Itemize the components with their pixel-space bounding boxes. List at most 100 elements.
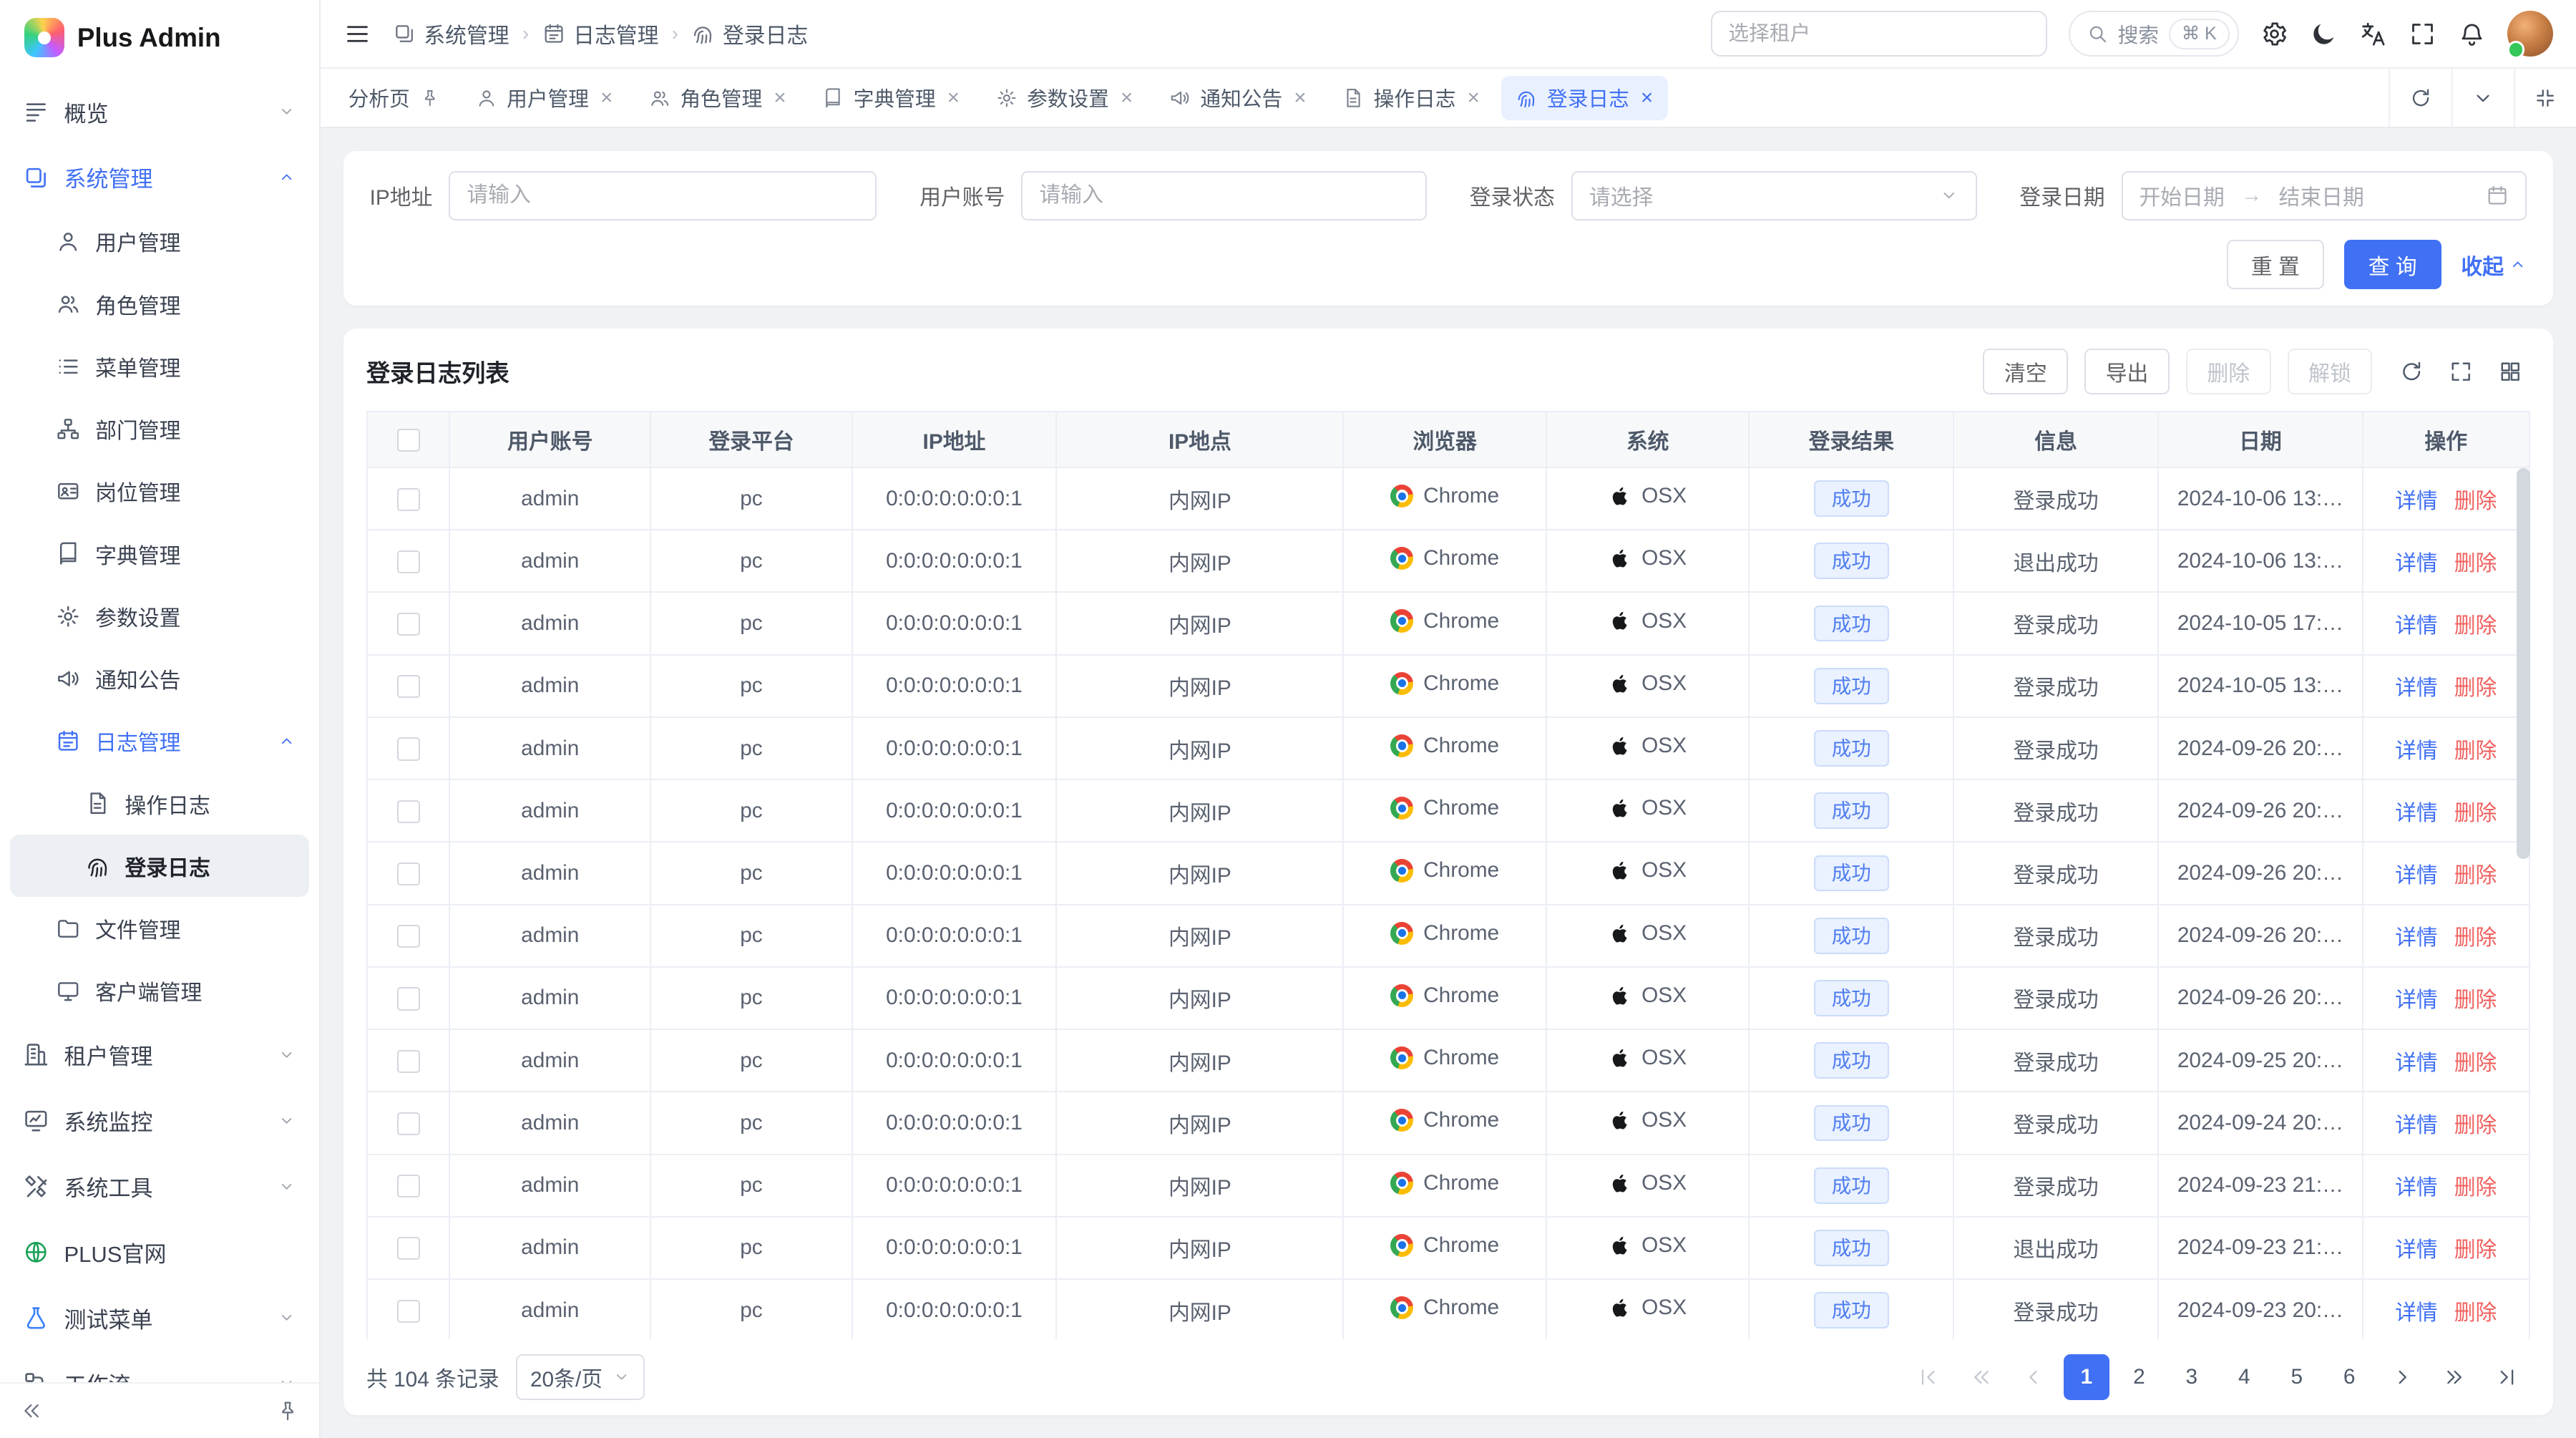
tab-用户管理[interactable]: 用户管理× bbox=[461, 76, 628, 120]
sidebar-item-dept[interactable]: 部门管理 bbox=[10, 398, 309, 460]
tab-字典管理[interactable]: 字典管理× bbox=[808, 76, 975, 120]
app-logo[interactable]: Plus Admin bbox=[0, 0, 319, 76]
last-page-button[interactable] bbox=[2484, 1354, 2529, 1400]
content-fullscreen-button[interactable] bbox=[2514, 69, 2576, 127]
tab-分析页[interactable]: 分析页 bbox=[333, 76, 454, 120]
detail-link[interactable]: 详情 bbox=[2395, 1107, 2438, 1139]
ip-address-input[interactable] bbox=[449, 171, 877, 220]
right-page-button[interactable] bbox=[2379, 1354, 2425, 1400]
page-6-button[interactable]: 6 bbox=[2326, 1354, 2372, 1400]
detail-link[interactable]: 详情 bbox=[2395, 795, 2438, 827]
d-left-page-button[interactable] bbox=[1958, 1354, 2004, 1400]
delete-link[interactable]: 删除 bbox=[2454, 1045, 2497, 1077]
detail-link[interactable]: 详情 bbox=[2395, 1295, 2438, 1326]
detail-link[interactable]: 详情 bbox=[2395, 1045, 2438, 1077]
select-all-checkbox[interactable] bbox=[397, 429, 420, 452]
delete-link[interactable]: 删除 bbox=[2454, 795, 2497, 827]
detail-link[interactable]: 详情 bbox=[2395, 483, 2438, 515]
sidebar-item-role[interactable]: 角色管理 bbox=[10, 273, 309, 335]
first-page-button[interactable] bbox=[1906, 1354, 1951, 1400]
translate-icon[interactable] bbox=[2359, 20, 2387, 48]
d-right-page-button[interactable] bbox=[2431, 1354, 2477, 1400]
left-page-button[interactable] bbox=[2011, 1354, 2057, 1400]
detail-link[interactable]: 详情 bbox=[2395, 920, 2438, 951]
detail-link[interactable]: 详情 bbox=[2395, 1232, 2438, 1263]
row-checkbox[interactable] bbox=[397, 800, 420, 823]
row-checkbox[interactable] bbox=[397, 925, 420, 948]
collapse-sidebar-icon[interactable] bbox=[20, 1399, 43, 1422]
delete-link[interactable]: 删除 bbox=[2454, 982, 2497, 1014]
breadcrumb-item[interactable]: 日志管理 bbox=[542, 18, 659, 49]
avatar[interactable] bbox=[2507, 11, 2553, 57]
row-checkbox[interactable] bbox=[397, 1112, 420, 1135]
collapse-filter-link[interactable]: 收起 bbox=[2461, 249, 2527, 281]
sidebar-item-monitor[interactable]: 系统监控 bbox=[10, 1088, 309, 1154]
close-tab-icon[interactable]: × bbox=[1468, 87, 1480, 109]
delete-link[interactable]: 删除 bbox=[2454, 920, 2497, 951]
fullscreen-icon[interactable] bbox=[2409, 20, 2436, 48]
dark-mode-moon-icon[interactable] bbox=[2310, 20, 2338, 48]
tab-角色管理[interactable]: 角色管理× bbox=[634, 76, 801, 120]
tab-操作日志[interactable]: 操作日志× bbox=[1327, 76, 1494, 120]
sidebar-item-overview[interactable]: 概览 bbox=[10, 79, 309, 145]
row-checkbox[interactable] bbox=[397, 550, 420, 573]
导出-button[interactable]: 导出 bbox=[2084, 349, 2170, 394]
gear-icon[interactable] bbox=[2260, 20, 2288, 48]
row-checkbox[interactable] bbox=[397, 1175, 420, 1197]
sidebar-item-tenant[interactable]: 租户管理 bbox=[10, 1022, 309, 1088]
sidebar-item-post[interactable]: 岗位管理 bbox=[10, 460, 309, 523]
tab-参数设置[interactable]: 参数设置× bbox=[981, 76, 1148, 120]
delete-link[interactable]: 删除 bbox=[2454, 483, 2497, 515]
close-tab-icon[interactable]: × bbox=[1641, 87, 1653, 109]
sidebar-item-param[interactable]: 参数设置 bbox=[10, 585, 309, 647]
sidebar-item-log[interactable]: 日志管理 bbox=[10, 710, 309, 772]
sidebar-item-globe[interactable]: PLUS官网 bbox=[10, 1219, 309, 1285]
refresh-tab-button[interactable] bbox=[2389, 69, 2451, 127]
table-scrollbar[interactable] bbox=[2517, 468, 2529, 1336]
tab-登录日志[interactable]: 登录日志× bbox=[1501, 76, 1668, 120]
page-2-button[interactable]: 2 bbox=[2116, 1354, 2162, 1400]
close-tab-icon[interactable]: × bbox=[947, 87, 960, 109]
column-settings-button[interactable] bbox=[2491, 351, 2530, 391]
row-checkbox[interactable] bbox=[397, 675, 420, 698]
row-checkbox[interactable] bbox=[397, 1300, 420, 1323]
tenant-select[interactable] bbox=[1711, 11, 2048, 57]
sidebar-item-file[interactable]: 文件管理 bbox=[10, 897, 309, 959]
sidebar-item-test[interactable]: 测试菜单 bbox=[10, 1285, 309, 1351]
refresh-table-button[interactable] bbox=[2392, 351, 2431, 391]
sidebar-item-op-log[interactable]: 操作日志 bbox=[10, 772, 309, 835]
delete-link[interactable]: 删除 bbox=[2454, 1295, 2497, 1326]
sidebar-item-system[interactable]: 系统管理 bbox=[10, 145, 309, 210]
close-tab-icon[interactable]: × bbox=[774, 87, 786, 109]
delete-link[interactable]: 删除 bbox=[2454, 1170, 2497, 1201]
row-checkbox[interactable] bbox=[397, 987, 420, 1010]
bell-icon[interactable] bbox=[2458, 20, 2486, 48]
breadcrumb-item[interactable]: 系统管理 bbox=[393, 18, 509, 49]
delete-link[interactable]: 删除 bbox=[2454, 1107, 2497, 1139]
row-checkbox[interactable] bbox=[397, 613, 420, 636]
detail-link[interactable]: 详情 bbox=[2395, 733, 2438, 764]
detail-link[interactable]: 详情 bbox=[2395, 545, 2438, 577]
delete-link[interactable]: 删除 bbox=[2454, 1232, 2497, 1263]
page-3-button[interactable]: 3 bbox=[2169, 1354, 2215, 1400]
delete-link[interactable]: 删除 bbox=[2454, 608, 2497, 639]
close-tab-icon[interactable]: × bbox=[1121, 87, 1133, 109]
user-account-input[interactable] bbox=[1021, 171, 1427, 220]
detail-link[interactable]: 详情 bbox=[2395, 858, 2438, 889]
sidebar-item-client[interactable]: 客户端管理 bbox=[10, 960, 309, 1022]
清空-button[interactable]: 清空 bbox=[1983, 349, 2068, 394]
scrollbar-thumb[interactable] bbox=[2517, 468, 2529, 859]
pin-sidebar-icon[interactable] bbox=[276, 1399, 299, 1422]
delete-link[interactable]: 删除 bbox=[2454, 545, 2497, 577]
page-4-button[interactable]: 4 bbox=[2221, 1354, 2267, 1400]
search-button[interactable]: 搜索 ⌘ K bbox=[2069, 11, 2239, 57]
breadcrumb-item[interactable]: 登录日志 bbox=[691, 18, 808, 49]
row-checkbox[interactable] bbox=[397, 737, 420, 760]
page-size-select[interactable]: 20条/页 bbox=[516, 1354, 645, 1400]
hamburger-menu-icon[interactable] bbox=[343, 20, 371, 48]
detail-link[interactable]: 详情 bbox=[2395, 982, 2438, 1014]
close-tab-icon[interactable]: × bbox=[1294, 87, 1306, 109]
detail-link[interactable]: 详情 bbox=[2395, 670, 2438, 701]
sidebar-item-workflow[interactable]: 工作流 bbox=[10, 1351, 309, 1382]
query-button[interactable]: 查 询 bbox=[2344, 240, 2441, 289]
